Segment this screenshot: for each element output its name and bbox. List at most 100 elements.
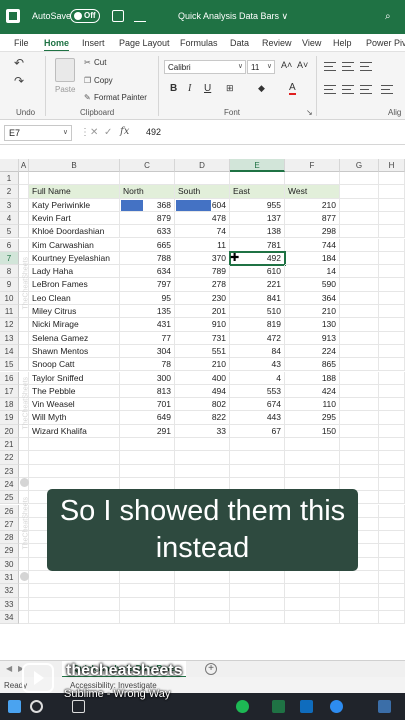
value-cell-west[interactable]: 590 [285,278,340,292]
grid-cell[interactable] [175,597,230,611]
value-cell-east[interactable]: 137 [230,211,285,226]
value-cell-south[interactable]: 478 [175,211,230,226]
grid-cell[interactable] [29,610,120,625]
grid-cell[interactable] [379,557,405,571]
font-name-dropdown[interactable]: Calibri ∨ [164,60,246,74]
grid-cell[interactable] [379,438,405,452]
grid-cell[interactable] [340,451,379,465]
grid-cell[interactable] [19,211,29,226]
value-cell-north[interactable]: 304 [120,344,175,359]
column-title-cell[interactable]: North [120,185,175,199]
row-header[interactable]: 3 [0,198,19,212]
grid-cell[interactable] [379,278,405,292]
creator-username[interactable]: thecheatsheets [66,662,183,680]
grid-cell[interactable] [379,211,405,226]
grid-cell[interactable] [175,464,230,478]
row-header[interactable]: 22 [0,451,19,465]
grid-cell[interactable] [379,172,405,186]
row-header[interactable]: 7 [0,251,19,266]
grid-cell[interactable] [340,464,379,478]
grid-cell[interactable] [379,504,405,518]
row-header[interactable]: 11 [0,305,19,319]
value-cell-east[interactable]: 553 [230,384,285,399]
grid-cell[interactable] [285,610,340,625]
row-header[interactable]: 31 [0,571,19,585]
column-title-cell[interactable]: East [230,185,285,199]
grid-cell[interactable] [19,318,29,332]
grid-cell[interactable] [19,438,29,452]
grid-cell[interactable] [120,584,175,598]
grid-cell[interactable] [175,571,230,585]
value-cell-south[interactable]: 822 [175,411,230,425]
grid-cell[interactable] [120,571,175,585]
grid-cell[interactable] [285,571,340,585]
grid-cell[interactable] [379,384,405,399]
grid-cell[interactable] [230,172,285,186]
font-dialog-launcher-icon[interactable]: ↘ [306,108,313,117]
row-header[interactable]: 10 [0,291,19,305]
name-cell[interactable]: Kevin Fart [29,211,120,226]
row-header[interactable]: 19 [0,411,19,425]
grid-cell[interactable] [340,584,379,598]
grid-cell[interactable] [175,438,230,452]
align-bottom-icon[interactable] [360,62,372,71]
value-cell-south[interactable]: 210 [175,358,230,372]
search-icon[interactable]: ⌕ [385,11,391,22]
grid-cell[interactable] [340,238,379,252]
grid-cell[interactable] [230,584,285,598]
tab-home[interactable]: Home [44,38,70,51]
value-cell-north[interactable]: 879 [120,211,175,226]
document-title[interactable]: Quick Analysis Data Bars ∨ [178,11,288,22]
tab-page-layout[interactable]: Page Layout [119,38,170,48]
row-header[interactable]: 5 [0,225,19,239]
grid-cell[interactable] [340,198,379,212]
grid-cell[interactable] [340,438,379,452]
value-cell-east[interactable]: 510 [230,305,285,319]
value-cell-west[interactable]: 150 [285,424,340,438]
row-header[interactable]: 6 [0,238,19,252]
enter-icon[interactable]: ✓ [104,127,112,138]
row-header[interactable]: 21 [0,438,19,452]
grid-cell[interactable] [340,331,379,345]
grid-cell[interactable] [340,411,379,425]
grid-cell[interactable] [120,438,175,452]
value-cell-east[interactable]: 674 [230,398,285,412]
grid-cell[interactable] [379,185,405,199]
align-center-icon[interactable] [342,85,354,94]
value-cell-west[interactable]: 130 [285,318,340,332]
grid-cell[interactable] [340,571,379,585]
name-cell[interactable]: Selena Gamez [29,331,120,345]
name-cell[interactable]: The Pebble [29,384,120,399]
value-cell-south[interactable]: 494 [175,384,230,399]
value-cell-east[interactable]: 955 [230,198,285,212]
name-cell[interactable]: Will Myth [29,411,120,425]
grid-cell[interactable] [379,318,405,332]
tab-review[interactable]: Review [262,38,292,48]
value-cell-east[interactable]: 221 [230,278,285,292]
value-cell-north[interactable]: 431 [120,318,175,332]
column-title-cell[interactable]: Full Name [29,185,120,199]
tab-file[interactable]: File [14,38,29,48]
value-cell-west[interactable]: 877 [285,211,340,226]
grid-cell[interactable] [379,305,405,319]
tab-power-pivot[interactable]: Power Pivot [366,38,405,48]
fill-color-icon[interactable]: ◆ [258,83,265,94]
value-cell-east[interactable]: 67 [230,424,285,438]
grid-cell[interactable] [19,557,29,571]
grid-cell[interactable] [379,451,405,465]
column-title-cell[interactable]: West [285,185,340,199]
grid-cell[interactable] [19,451,29,465]
row-header[interactable]: 24 [0,477,19,492]
value-cell-south[interactable]: 551 [175,344,230,359]
value-cell-north[interactable]: 77 [120,331,175,345]
cut-button[interactable]: ✂ Cut [84,58,106,67]
paste-icon[interactable] [55,58,75,82]
grid-cell[interactable] [340,398,379,412]
name-cell[interactable]: Miley Citrus [29,305,120,319]
undo-icon[interactable]: ↶ [14,56,24,70]
grid-cell[interactable] [340,225,379,239]
grid-cell[interactable] [19,198,29,212]
value-cell-west[interactable]: 298 [285,225,340,239]
grid-cell[interactable] [19,584,29,598]
grid-cell[interactable] [340,384,379,399]
